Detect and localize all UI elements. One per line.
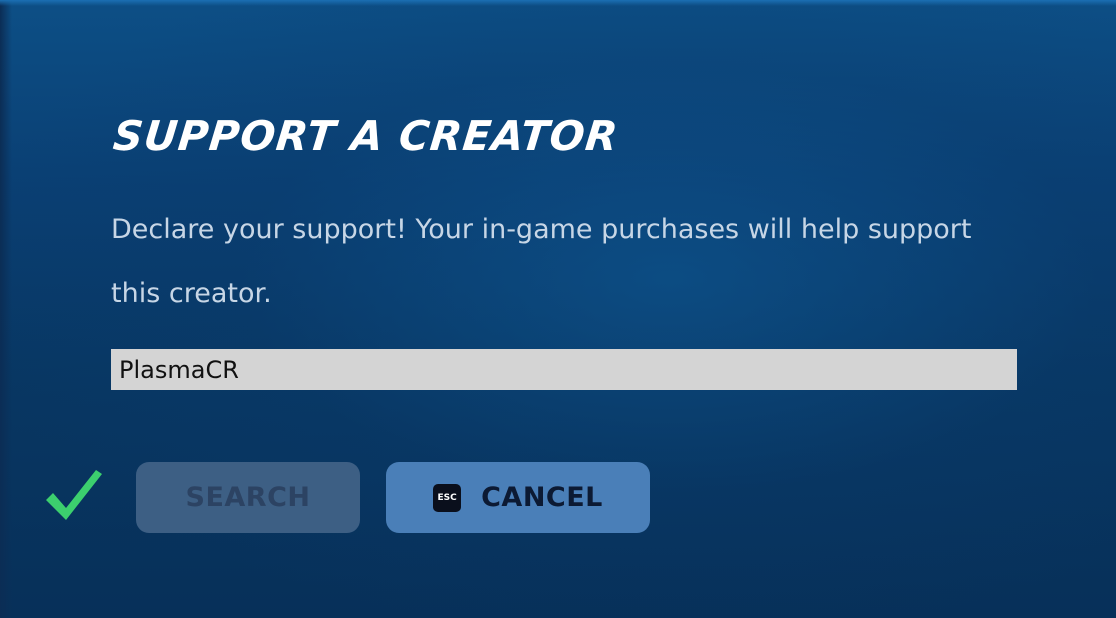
creator-code-input[interactable] <box>111 349 1017 390</box>
checkmark-icon <box>46 470 102 520</box>
dialog-left-edge <box>0 0 12 618</box>
search-button-label: SEARCH <box>185 482 311 513</box>
esc-key-icon: ESC <box>433 483 462 512</box>
dialog-top-edge <box>0 0 1116 6</box>
cancel-button[interactable]: ESC CANCEL <box>386 462 650 533</box>
search-button[interactable]: SEARCH <box>136 462 360 533</box>
cancel-button-label: CANCEL <box>481 482 603 513</box>
dialog-description: Declare your support! Your in-game purch… <box>111 214 972 309</box>
dialog-title: SUPPORT A CREATOR <box>111 112 621 160</box>
support-creator-dialog: SUPPORT A CREATOR Declare your support! … <box>0 0 1116 618</box>
